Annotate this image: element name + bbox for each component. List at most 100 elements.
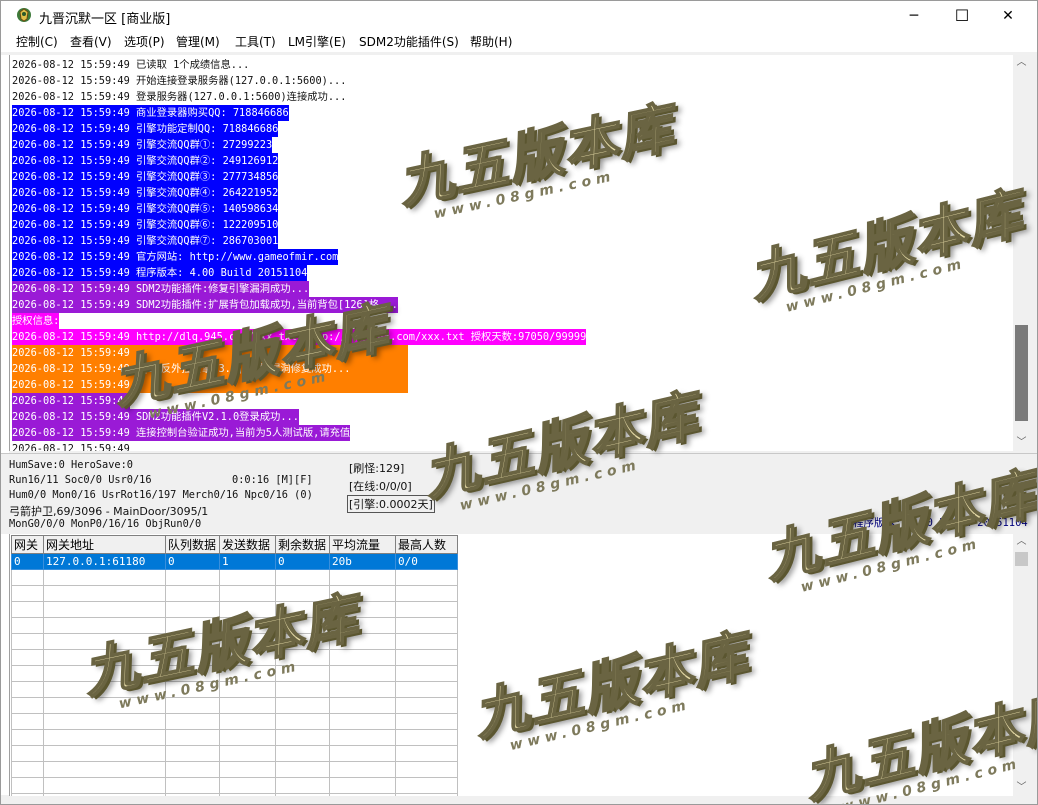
grid-cell — [165, 649, 220, 666]
grid-cell — [329, 777, 396, 794]
grid-cell — [219, 617, 276, 634]
grid-cell — [43, 569, 166, 586]
gateway-grid[interactable]: 网关 网关地址 队列数据 发送数据 剩余数据 平均流量 最高人数 0 127.0.0.1:61… — [9, 534, 1014, 796]
grid-cell — [329, 761, 396, 778]
log-line: 2026-08-12 15:59:49 — [12, 377, 408, 393]
status-panel: HumSave:0 HeroSave:0 Run16/11 Soc0/0 Usr… — [1, 453, 1037, 534]
grid-scroll-thumb[interactable] — [1015, 552, 1028, 566]
grid-cell — [11, 713, 44, 730]
table-row[interactable] — [11, 649, 458, 666]
table-row[interactable] — [11, 761, 458, 778]
grid-cell — [43, 793, 166, 796]
grid-scroll-down-arrow-icon[interactable]: ﹀ — [1013, 780, 1030, 796]
grid-cell — [275, 697, 330, 714]
close-button[interactable]: ✕ — [985, 1, 1031, 31]
table-row[interactable] — [11, 729, 458, 746]
scroll-down-arrow-icon[interactable]: ﹀ — [1013, 435, 1030, 451]
table-row[interactable] — [11, 697, 458, 714]
grid-cell — [395, 665, 458, 682]
grid-cell — [329, 649, 396, 666]
log-scroll-thumb[interactable] — [1015, 325, 1028, 421]
menu-sdm2-plugin[interactable]: SDM2功能插件(S) — [359, 33, 459, 50]
log-line: 2026-08-12 15:59:49 引擎交流QQ群⑥: 122209510 — [12, 217, 279, 233]
menu-view[interactable]: 查看(V) — [70, 33, 112, 50]
table-row[interactable] — [11, 681, 458, 698]
title-bar[interactable]: 九晋沉默一区 [商业版] ─ ☐ ✕ — [1, 1, 1037, 31]
grid-scroll-up-arrow-icon[interactable]: ︿ — [1013, 534, 1030, 550]
grid-cell — [395, 761, 458, 778]
grid-cell — [165, 793, 220, 796]
grid-column-header[interactable]: 平均流量 — [329, 535, 396, 554]
table-row[interactable] — [11, 777, 458, 794]
grid-cell: 127.0.0.1:61180 — [43, 553, 166, 570]
menu-help[interactable]: 帮助(H) — [470, 33, 512, 50]
grid-cell: 1 — [219, 553, 276, 570]
grid-cell — [43, 649, 166, 666]
online-count-label: [在线:0/0/0] — [349, 480, 412, 493]
minimize-button[interactable]: ─ — [891, 1, 937, 31]
grid-cell — [165, 745, 220, 762]
table-row[interactable] — [11, 665, 458, 682]
menu-lm-engine[interactable]: LM引擎(E) — [288, 33, 346, 50]
grid-cell — [11, 617, 44, 634]
table-row[interactable] — [11, 617, 458, 634]
maximize-button[interactable]: ☐ — [939, 1, 985, 31]
table-row[interactable] — [11, 633, 458, 650]
grid-cell — [329, 585, 396, 602]
log-line: 2026-08-12 15:59:49 ★[LM反外挂引擎v3.6]:引擎漏洞修… — [12, 361, 408, 377]
grid-column-header[interactable]: 剩余数据 — [275, 535, 330, 554]
log-line: 2026-08-12 15:59:49 引擎功能定制QQ: 718846686 — [12, 121, 279, 137]
table-row[interactable] — [11, 713, 458, 730]
grid-column-header[interactable]: 发送数据 — [219, 535, 276, 554]
log-line: 2026-08-12 15:59:49 程序版本: 4.00 Build 201… — [12, 265, 308, 281]
grid-cell — [11, 633, 44, 650]
table-row[interactable] — [11, 601, 458, 618]
grid-cell — [165, 729, 220, 746]
grid-scrollbar[interactable]: ︿ ﹀ — [1013, 534, 1030, 796]
grid-cell — [275, 585, 330, 602]
grid-cell — [275, 745, 330, 762]
log-line: 2026-08-12 15:59:49 SDM2功能插件:扩展背包加载成功,当前… — [12, 297, 398, 313]
grid-cell — [43, 681, 166, 698]
grid-cell — [395, 777, 458, 794]
grid-cell — [11, 777, 44, 794]
grid-cell — [395, 793, 458, 796]
log-panel[interactable]: 2026-08-12 15:59:49 已读取 1个成绩信息... 2026-08… — [9, 55, 1013, 451]
table-row[interactable] — [11, 569, 458, 586]
grid-cell — [43, 729, 166, 746]
grid-column-header[interactable]: 网关 — [11, 535, 44, 554]
grid-cell — [275, 729, 330, 746]
grid-cell — [43, 745, 166, 762]
grid-cell — [11, 649, 44, 666]
grid-cell — [43, 585, 166, 602]
table-row[interactable]: 0 127.0.0.1:61180 0 1 0 20b 0/0 — [11, 553, 458, 570]
menu-manage[interactable]: 管理(M) — [176, 33, 220, 50]
grid-cell — [329, 633, 396, 650]
table-row[interactable] — [11, 585, 458, 602]
grid-cell — [165, 633, 220, 650]
table-row[interactable] — [11, 745, 458, 762]
gateway-table: 网关 网关地址 队列数据 发送数据 剩余数据 平均流量 最高人数 0 127.0.0.1:61… — [11, 535, 458, 796]
grid-cell — [219, 665, 276, 682]
grid-cell — [43, 777, 166, 794]
grid-cell — [395, 601, 458, 618]
grid-cell — [395, 569, 458, 586]
grid-cell — [11, 761, 44, 778]
grid-column-header[interactable]: 队列数据 — [165, 535, 220, 554]
grid-cell: 0/0 — [395, 553, 458, 570]
menu-control[interactable]: 控制(C) — [16, 33, 58, 50]
grid-cell — [219, 745, 276, 762]
grid-column-header[interactable]: 最高人数 — [395, 535, 458, 554]
hero-shield-icon — [17, 8, 31, 22]
background-window-edge — [1, 55, 9, 795]
scroll-up-arrow-icon[interactable]: ︿ — [1013, 55, 1030, 71]
grid-cell — [43, 601, 166, 618]
menu-options[interactable]: 选项(P) — [124, 33, 165, 50]
grid-cell — [11, 681, 44, 698]
log-scrollbar[interactable]: ︿ ﹀ — [1013, 55, 1030, 451]
grid-cell — [219, 793, 276, 796]
grid-column-header[interactable]: 网关地址 — [43, 535, 166, 554]
log-line: 2026-08-12 15:59:49 已读取 1个成绩信息... — [12, 59, 250, 71]
table-row[interactable] — [11, 793, 458, 796]
menu-tools[interactable]: 工具(T) — [235, 33, 276, 50]
